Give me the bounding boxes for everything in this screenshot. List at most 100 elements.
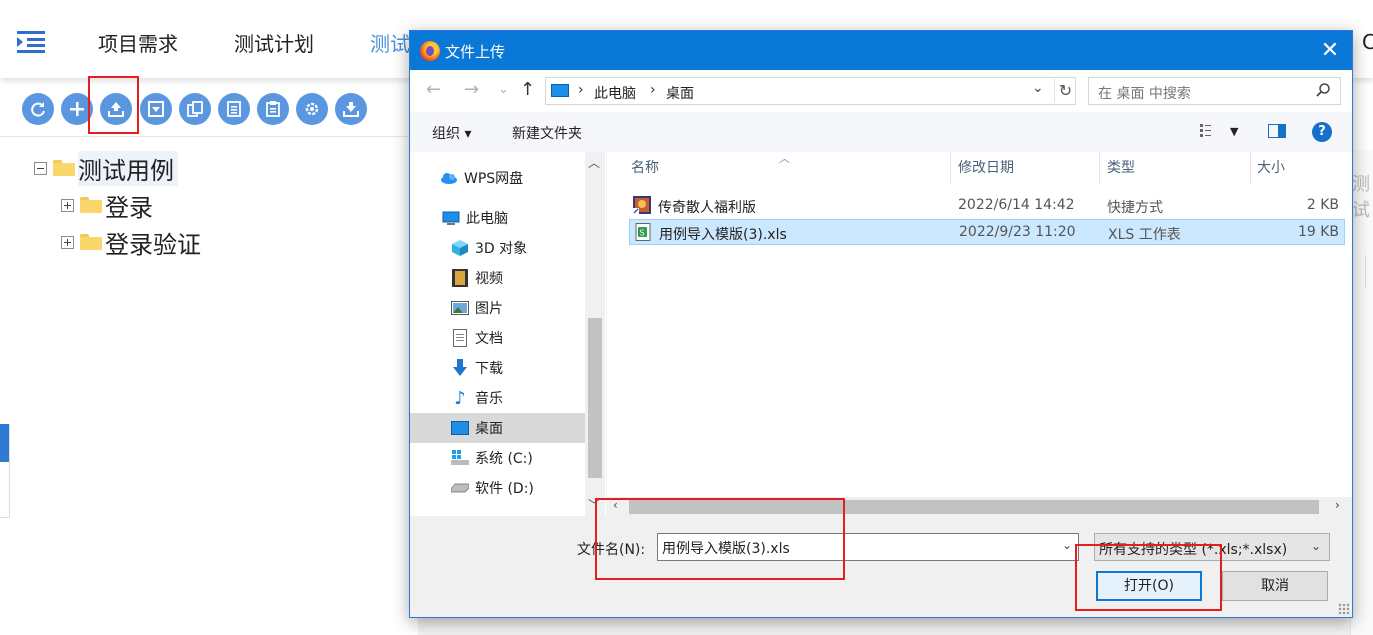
nav-item-music[interactable]: ♪ 音乐 [410, 383, 585, 413]
nav-item-label: 3D 对象 [475, 241, 528, 257]
chevron-down-icon[interactable]: ⌄ [1311, 539, 1321, 553]
tree-node-login-verify[interactable]: 登录验证 [61, 225, 201, 260]
close-icon[interactable]: ✕ [1314, 38, 1346, 64]
filetype-value: 所有支持的类型 (*.xls;*.xlsx) [1099, 542, 1288, 558]
nav-item-wps-cloud[interactable]: WPS网盘 [410, 163, 585, 193]
nav-item-documents[interactable]: 文档 [410, 323, 585, 353]
column-header-size[interactable]: 大小 [1257, 152, 1285, 184]
recent-locations-icon[interactable]: ⌄ [498, 82, 509, 97]
chevron-down-icon[interactable]: ⌄ [1062, 538, 1072, 552]
computer-icon [551, 84, 569, 97]
breadcrumb-chevron-icon[interactable]: › [650, 82, 656, 98]
refresh-icon[interactable]: ↻ [1054, 79, 1076, 103]
scroll-left-icon[interactable]: ‹ [613, 498, 618, 512]
video-icon [451, 269, 469, 287]
nav-project-requirements[interactable]: 项目需求 [98, 28, 178, 57]
document-icon [451, 329, 469, 347]
toolbar-divider [0, 136, 410, 137]
organize-menu[interactable]: 组织 ▾ [432, 123, 471, 143]
breadcrumb-desktop[interactable]: 桌面 [666, 83, 694, 103]
search-input[interactable]: 在 桌面 中搜索 [1088, 77, 1341, 105]
search-icon[interactable] [1315, 82, 1331, 98]
nav-item-3d-objects[interactable]: 3D 对象 [410, 233, 585, 263]
filetype-select[interactable]: 所有支持的类型 (*.xls;*.xlsx) ⌄ [1094, 533, 1330, 561]
nav-item-videos[interactable]: 视频 [410, 263, 585, 293]
column-header-type[interactable]: 类型 [1107, 152, 1135, 184]
nav-item-drive-c[interactable]: 系统 (C:) [410, 443, 585, 473]
download-icon [343, 102, 359, 117]
refresh-button[interactable] [22, 93, 54, 125]
scrollbar-thumb[interactable] [588, 318, 602, 478]
folder-icon [80, 197, 102, 213]
menu-icon[interactable] [17, 30, 45, 54]
breadcrumb-this-pc[interactable]: 此电脑 [594, 83, 636, 103]
column-divider[interactable] [1250, 152, 1251, 184]
add-button[interactable] [61, 93, 93, 125]
preview-pane-icon[interactable] [1268, 124, 1286, 138]
scroll-down-icon[interactable]: ﹀ [588, 496, 600, 513]
back-arrow-icon[interactable]: ← [426, 79, 441, 100]
nav-item-this-pc[interactable]: 此电脑 [410, 203, 585, 233]
breadcrumb-chevron-icon[interactable]: › [578, 82, 584, 98]
folder-icon [53, 160, 75, 176]
column-header-date[interactable]: 修改日期 [958, 152, 1014, 184]
expand-toggle-icon[interactable] [61, 198, 74, 212]
file-date: 2022/9/23 11:20 [959, 224, 1076, 240]
open-button[interactable]: 打开(O) [1096, 571, 1202, 601]
address-bar[interactable]: › 此电脑 › 桌面 ⌄ ↻ [545, 77, 1076, 105]
tree-node-label[interactable]: 登录验证 [105, 225, 201, 260]
forward-arrow-icon[interactable]: → [464, 79, 479, 100]
list-button[interactable] [218, 93, 250, 125]
nav-item-label: 软件 (D:) [475, 481, 534, 497]
refresh-icon [31, 102, 45, 117]
import-button[interactable] [140, 93, 172, 125]
drive-icon [451, 480, 469, 496]
copy-button[interactable] [179, 93, 211, 125]
column-divider[interactable] [950, 152, 951, 184]
nav-test-active[interactable]: 测试 [370, 28, 410, 57]
resize-grip-icon[interactable] [1338, 603, 1350, 615]
help-icon[interactable]: ? [1312, 122, 1332, 142]
tree-node-label[interactable]: 测试用例 [78, 150, 178, 186]
scroll-right-icon[interactable]: › [1335, 498, 1340, 512]
file-row-selected[interactable]: S 用例导入模版(3).xls 2022/9/23 11:20 XLS 工作表 … [629, 219, 1345, 245]
nav-item-label: 桌面 [475, 421, 503, 437]
filename-input[interactable]: 用例导入模版(3).xls ⌄ [657, 533, 1079, 561]
column-header-name[interactable]: 名称 [631, 152, 659, 184]
nav-item-label: 图片 [475, 301, 503, 317]
nav-item-downloads[interactable]: 下载 [410, 353, 585, 383]
svg-text:S: S [640, 229, 645, 238]
nav-scrollbar[interactable]: ︿ ﹀ [585, 152, 605, 516]
up-arrow-icon[interactable]: ↑ [520, 79, 535, 100]
picture-icon [451, 300, 469, 316]
settings-button[interactable] [296, 93, 328, 125]
nav-test-plan[interactable]: 测试计划 [234, 28, 314, 57]
scrollbar-thumb[interactable] [629, 500, 1319, 514]
nav-item-label: 视频 [475, 271, 503, 287]
nav-item-pictures[interactable]: 图片 [410, 293, 585, 323]
column-divider[interactable] [1099, 152, 1100, 184]
view-options-icon[interactable] [1200, 124, 1218, 138]
cube-icon [451, 240, 469, 256]
collapse-toggle-icon[interactable] [34, 161, 47, 175]
file-type: 快捷方式 [1107, 200, 1163, 216]
right-edge-partial-text: 测试 [1352, 174, 1370, 221]
expand-toggle-icon[interactable] [61, 235, 74, 249]
cancel-button[interactable]: 取消 [1222, 571, 1328, 601]
tree-node-root[interactable]: 测试用例 [34, 150, 178, 186]
nav-item-desktop[interactable]: 桌面 [410, 413, 585, 443]
nav-item-drive-d[interactable]: 软件 (D:) [410, 473, 585, 503]
download-button[interactable] [335, 93, 367, 125]
tree-node-login[interactable]: 登录 [61, 188, 153, 223]
chevron-down-icon[interactable]: ⌄ [1032, 80, 1044, 96]
dialog-title-bar[interactable]: 文件上传 ✕ [410, 31, 1352, 70]
clipboard-button[interactable] [257, 93, 289, 125]
tree-node-label[interactable]: 登录 [105, 188, 153, 223]
upload-button[interactable] [100, 93, 132, 125]
nav-item-label: 下载 [475, 361, 503, 377]
horizontal-scrollbar[interactable]: ‹ › [607, 497, 1352, 516]
file-row[interactable]: 传奇散人福利版 2022/6/14 14:42 快捷方式 2 KB [629, 193, 1345, 219]
scroll-up-icon[interactable]: ︿ [588, 154, 600, 171]
view-dropdown-icon[interactable]: ▼ [1230, 125, 1238, 138]
new-folder-button[interactable]: 新建文件夹 [512, 123, 582, 143]
